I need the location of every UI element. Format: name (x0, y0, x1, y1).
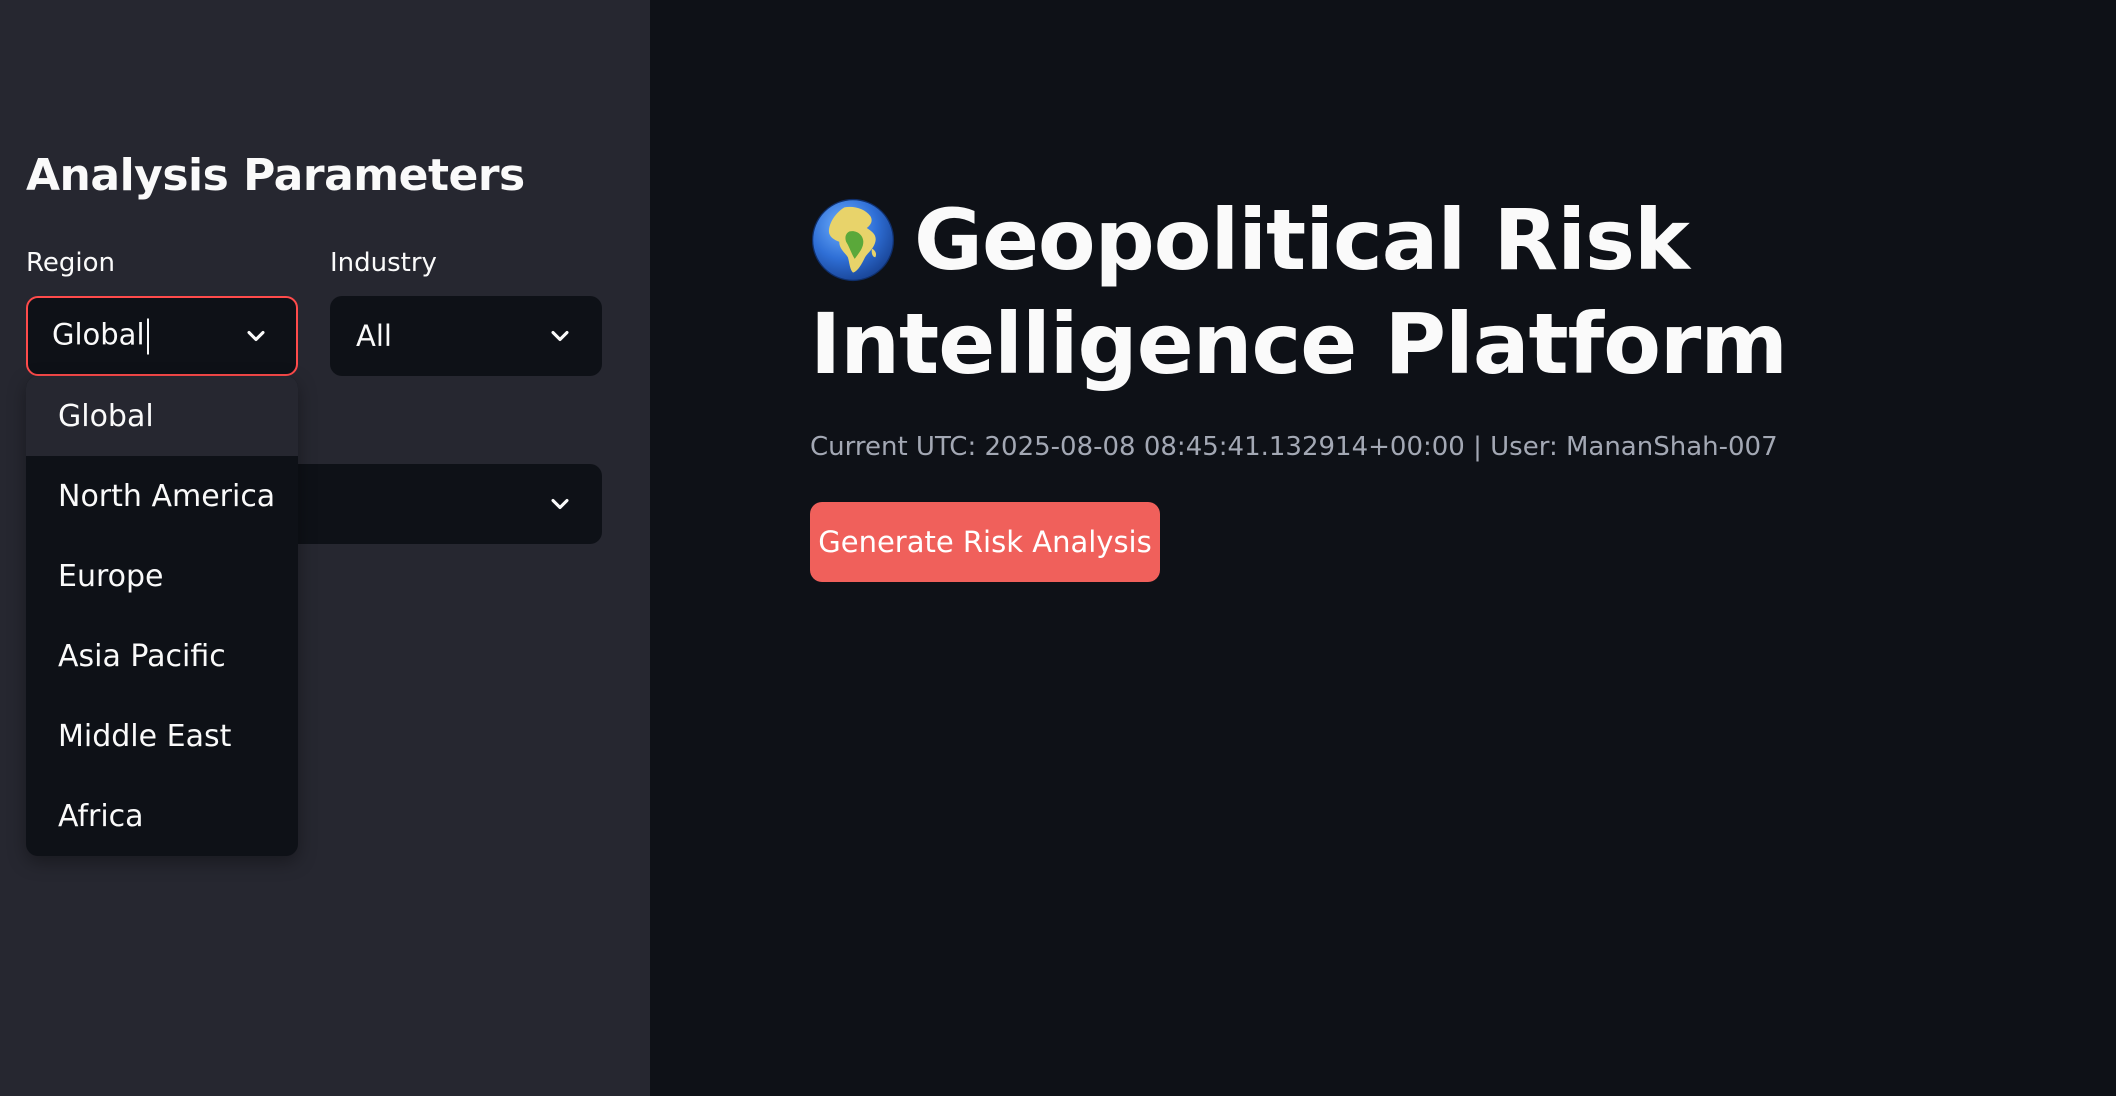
sidebar: Analysis Parameters Region Industry Glob… (0, 0, 650, 1096)
region-option-africa[interactable]: Africa (26, 776, 298, 856)
globe-africa-icon (810, 197, 896, 283)
region-select[interactable]: Global (26, 296, 298, 376)
industry-label: Industry (330, 248, 437, 278)
region-dropdown-menu: Global North America Europe Asia Pacific… (26, 376, 298, 856)
region-option-global[interactable]: Global (26, 376, 298, 456)
region-option-asia-pacific[interactable]: Asia Pacific (26, 616, 298, 696)
chevron-down-icon (546, 322, 574, 350)
industry-select-value: All (356, 319, 392, 353)
region-option-middle-east[interactable]: Middle East (26, 696, 298, 776)
industry-select[interactable]: All (330, 296, 602, 376)
region-select-value-wrap: Global (52, 318, 149, 355)
page-title-text: Geopolitical Risk Intelligence Platform (810, 191, 1788, 393)
generate-risk-analysis-button[interactable]: Generate Risk Analysis (810, 502, 1160, 582)
region-label: Region (26, 248, 116, 278)
page-title: Geopolitical Risk Intelligence Platform (810, 188, 2060, 396)
region-select-value: Global (52, 317, 145, 352)
sidebar-title: Analysis Parameters (26, 150, 525, 201)
chevron-down-icon (242, 322, 270, 350)
region-option-europe[interactable]: Europe (26, 536, 298, 616)
chevron-down-icon (546, 490, 574, 518)
region-option-north-america[interactable]: North America (26, 456, 298, 536)
status-text: Current UTC: 2025-08-08 08:45:41.132914+… (810, 432, 1778, 462)
text-caret (146, 318, 149, 355)
